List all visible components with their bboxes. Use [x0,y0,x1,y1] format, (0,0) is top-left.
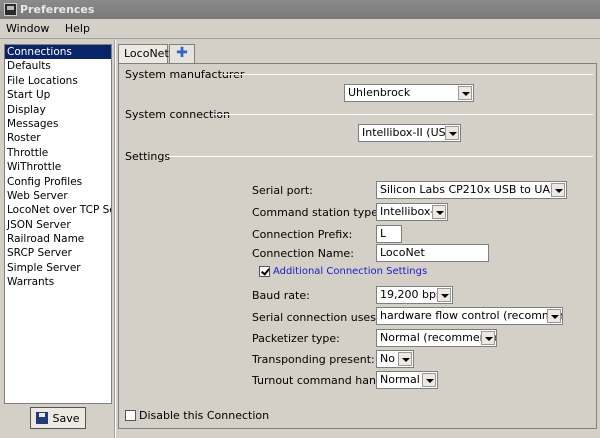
disable-connection-checkbox[interactable] [125,410,136,421]
transponding-value: No [380,352,395,365]
chevron-down-icon [398,352,412,366]
baud-rate-select[interactable]: 19,200 bps [376,286,453,304]
app-icon [4,3,17,16]
connection-panel: System manufacturer Uhlenbrock System co… [118,63,597,429]
plus-icon[interactable]: ✚ [169,44,195,64]
chevron-down-icon [422,373,436,387]
chevron-down-icon [445,126,459,140]
flow-control-value: hardware flow control (recommended) [380,309,562,322]
title-bar: Preferences [0,0,600,19]
sidebar-item-roster[interactable]: Roster [5,131,111,145]
sidebar-item-json-server[interactable]: JSON Server [5,218,111,232]
sidebar-item-throttle[interactable]: Throttle [5,146,111,160]
packetizer-select[interactable]: Normal (recommended) [376,329,497,347]
preferences-list: Connections Defaults File Locations Star… [4,44,112,404]
command-station-select[interactable]: Intellibox-II [376,203,448,221]
command-station-label: Command station type: [252,206,382,219]
additional-settings-checkbox[interactable] [259,266,270,277]
transponding-select[interactable]: No [376,350,414,368]
disable-connection-label[interactable]: Disable this Connection [139,409,269,422]
chevron-down-icon [551,183,565,197]
sidebar-item-web-server[interactable]: Web Server [5,189,111,203]
chevron-down-icon [481,331,495,345]
chevron-down-icon [547,309,561,323]
sidebar-item-warrants[interactable]: Warrants [5,275,111,289]
turnout-value: Normal [380,373,420,386]
separator [223,74,593,75]
chevron-down-icon [432,205,446,219]
separator [167,156,593,157]
sidebar-item-connections[interactable]: Connections [5,45,111,60]
additional-settings-label[interactable]: Additional Connection Settings [273,266,427,277]
sidebar-item-withrottle[interactable]: WiThrottle [5,160,111,174]
connection-name-input[interactable]: LocoNet [376,244,489,262]
save-button-label: Save [52,411,80,425]
sidebar-item-messages[interactable]: Messages [5,117,111,131]
sidebar-item-loconet-tcp[interactable]: LocoNet over TCP Server [5,203,111,217]
serial-port-select[interactable]: Silicon Labs CP210x USB to UART Bri... [376,181,567,199]
sidebar-item-defaults[interactable]: Defaults [5,59,111,73]
chevron-down-icon [458,86,472,100]
flow-control-select[interactable]: hardware flow control (recommended) [376,307,563,325]
packetizer-value: Normal (recommended) [380,331,496,344]
split-divider[interactable] [114,40,116,438]
menu-help[interactable]: Help [59,19,96,39]
sidebar-item-start-up[interactable]: Start Up [5,88,111,102]
save-button[interactable]: Save [30,407,86,429]
save-icon [36,412,49,424]
separator [213,114,593,115]
window-title: Preferences [20,3,95,16]
sidebar-item-srcp-server[interactable]: SRCP Server [5,246,111,260]
chevron-down-icon [437,288,451,302]
prefix-input[interactable]: L [376,225,402,243]
baud-rate-label: Baud rate: [252,289,310,302]
menu-window[interactable]: Window [0,19,55,39]
settings-label: Settings [125,150,171,163]
serial-port-value: Silicon Labs CP210x USB to UART Bri... [380,183,566,196]
sidebar-item-display[interactable]: Display [5,103,111,117]
prefix-label: Connection Prefix: [252,228,353,241]
packetizer-label: Packetizer type: [252,332,340,345]
sidebar-item-railroad-name[interactable]: Railroad Name [5,232,111,246]
serial-connection-label: Serial connection uses: [252,311,380,324]
manufacturer-select[interactable]: Uhlenbrock [344,84,474,102]
connection-select[interactable]: Intellibox-II (USB) [358,124,461,142]
connection-value: Intellibox-II (USB) [362,126,458,139]
sidebar-item-simple-server[interactable]: Simple Server [5,261,111,275]
transponding-label: Transponding present: [252,353,375,366]
manufacturer-value: Uhlenbrock [348,86,411,99]
sidebar-item-config-profiles[interactable]: Config Profiles [5,175,111,189]
tab-loconet[interactable]: LocoNet [118,44,169,64]
turnout-select[interactable]: Normal [376,371,438,389]
menu-bar: Window Help [0,19,600,39]
baud-rate-value: 19,200 bps [380,288,442,301]
serial-port-label: Serial port: [252,184,313,197]
connection-name-label: Connection Name: [252,247,354,260]
sidebar-item-file-locations[interactable]: File Locations [5,74,111,88]
